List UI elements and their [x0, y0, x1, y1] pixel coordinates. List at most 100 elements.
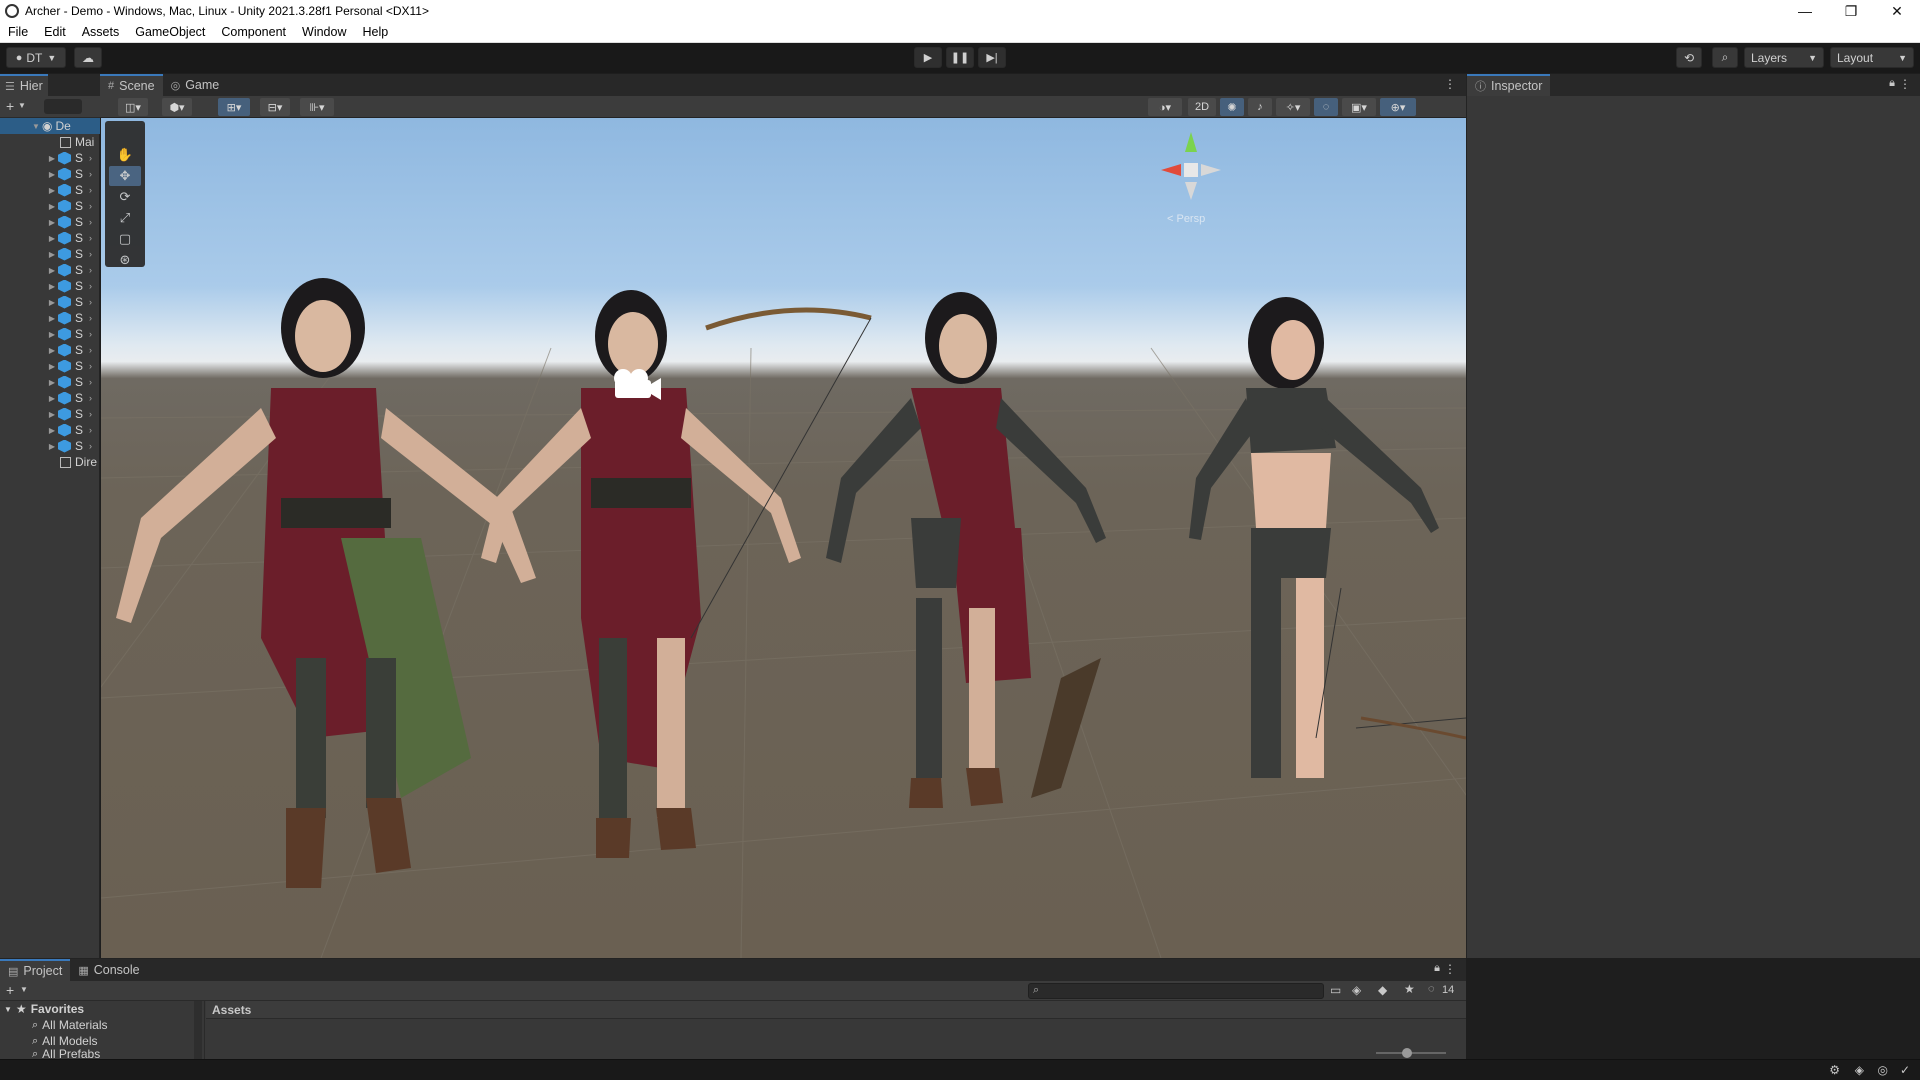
chevron-right-icon[interactable]: › [89, 297, 92, 307]
hierarchy-object-row[interactable]: ▶ S › [0, 422, 100, 438]
tab-project[interactable]: ▤ Project [0, 959, 71, 981]
perspective-label[interactable]: < Persp [1167, 213, 1205, 225]
chevron-right-icon[interactable]: › [89, 265, 92, 275]
layers-dropdown[interactable]: Layers ▼ [1744, 47, 1824, 68]
expand-arrow-icon[interactable]: ▼ [30, 122, 42, 131]
camera-settings-dropdown[interactable]: ▣▾ [1342, 98, 1376, 116]
chevron-right-icon[interactable]: › [89, 409, 92, 419]
expand-arrow-icon[interactable]: ▶ [46, 442, 58, 451]
expand-arrow-icon[interactable]: ▶ [46, 346, 58, 355]
render-mode-dropdown[interactable]: ⬢▾ [162, 98, 192, 116]
hand-tool[interactable]: ✋ [109, 145, 141, 165]
slider-thumb[interactable] [1402, 1048, 1412, 1058]
lock-icon[interactable]: 🔒︎ [1889, 77, 1895, 90]
expand-arrow-icon[interactable]: ▶ [46, 186, 58, 195]
lighting-toggle[interactable]: ✺ [1220, 98, 1244, 116]
undo-history-button[interactable]: ⟲ [1676, 47, 1702, 68]
chevron-right-icon[interactable]: › [89, 329, 92, 339]
chevron-right-icon[interactable]: › [89, 281, 92, 291]
hierarchy-camera-row[interactable]: Mai [0, 134, 100, 150]
chevron-right-icon[interactable]: › [89, 313, 92, 323]
grid-snap-dropdown[interactable]: ⊟▾ [260, 98, 290, 116]
layout-dropdown[interactable]: Layout ▼ [1830, 47, 1914, 68]
add-icon[interactable]: + [6, 982, 14, 998]
hierarchy-object-row[interactable]: ▶ S › [0, 198, 100, 214]
hierarchy-object-row[interactable]: ▶ S › [0, 278, 100, 294]
close-button[interactable]: ✕ [1874, 0, 1920, 22]
hierarchy-object-row[interactable]: ▶ S › [0, 326, 100, 342]
minimize-button[interactable]: — [1782, 0, 1828, 22]
favorites-header[interactable]: ▼ ★ Favorites [0, 1001, 204, 1017]
chevron-right-icon[interactable]: › [89, 153, 92, 163]
hierarchy-object-row[interactable]: ▶ S › [0, 166, 100, 182]
expand-arrow-icon[interactable]: ▶ [46, 394, 58, 403]
hierarchy-object-row[interactable]: ▶ S › [0, 150, 100, 166]
scale-tool[interactable]: ⤢ [109, 208, 141, 228]
hierarchy-light-row[interactable]: Dire [0, 454, 100, 470]
rect-tool[interactable]: ▢ [109, 229, 141, 249]
chevron-right-icon[interactable]: › [89, 201, 92, 211]
hierarchy-object-row[interactable]: ▶ S › [0, 214, 100, 230]
chevron-right-icon[interactable]: › [89, 345, 92, 355]
transform-tool[interactable]: ⊛ [109, 250, 141, 270]
hidden-objects-toggle[interactable]: ◌ [1314, 98, 1338, 116]
favorite-item[interactable]: ⌕ All Prefabs [0, 1049, 204, 1059]
hierarchy-object-row[interactable]: ▶ S › [0, 182, 100, 198]
hierarchy-object-row[interactable]: ▶ S › [0, 438, 100, 454]
progress-icon[interactable]: ◎ [1878, 1063, 1888, 1077]
character-archer-1[interactable] [116, 278, 536, 888]
hierarchy-object-row[interactable]: ▶ S › [0, 406, 100, 422]
chevron-right-icon[interactable]: › [89, 233, 92, 243]
expand-arrow-icon[interactable]: ▶ [46, 298, 58, 307]
add-icon[interactable]: + [6, 98, 14, 114]
expand-arrow-icon[interactable]: ▶ [46, 154, 58, 163]
pause-button[interactable]: ❚❚ [946, 47, 974, 68]
more-options-icon[interactable]: ⋮ [1444, 77, 1456, 91]
expand-arrow-icon[interactable]: ▶ [46, 282, 58, 291]
filter-type-icon[interactable]: ▭ [1330, 983, 1341, 997]
chevron-right-icon[interactable]: › [89, 185, 92, 195]
tab-scene[interactable]: # Scene [100, 74, 163, 96]
menu-assets[interactable]: Assets [74, 25, 128, 39]
chevron-right-icon[interactable]: › [89, 169, 92, 179]
hierarchy-object-row[interactable]: ▶ S › [0, 310, 100, 326]
move-tool[interactable]: ✥ [109, 166, 141, 186]
hierarchy-scene-row[interactable]: ▼ ◉ De [0, 118, 100, 134]
chevron-right-icon[interactable]: › [89, 425, 92, 435]
expand-arrow-icon[interactable]: ▶ [46, 362, 58, 371]
hierarchy-object-row[interactable]: ▶ S › [0, 358, 100, 374]
expand-arrow-icon[interactable]: ▶ [46, 234, 58, 243]
collab-icon[interactable]: ◈ [1855, 1063, 1864, 1077]
expand-arrow-icon[interactable]: ▶ [46, 378, 58, 387]
menu-help[interactable]: Help [354, 25, 396, 39]
chevron-right-icon[interactable]: › [89, 393, 92, 403]
expand-arrow-icon[interactable]: ▶ [46, 266, 58, 275]
draw-mode-dropdown[interactable]: ◫▾ [118, 98, 148, 116]
tag-icon[interactable]: ◆ [1378, 983, 1387, 997]
hierarchy-object-row[interactable]: ▶ S › [0, 374, 100, 390]
expand-arrow-icon[interactable]: ▶ [46, 202, 58, 211]
character-variant-3[interactable] [826, 292, 1106, 808]
hierarchy-object-row[interactable]: ▶ S › [0, 246, 100, 262]
hierarchy-object-row[interactable]: ▶ S › [0, 390, 100, 406]
tab-console[interactable]: ▦ Console [70, 959, 147, 981]
hidden-packages-icon[interactable]: ◌ [1428, 983, 1435, 995]
expand-arrow-icon[interactable]: ▶ [46, 426, 58, 435]
hierarchy-object-row[interactable]: ▶ S › [0, 230, 100, 246]
orientation-gizmo[interactable] [1153, 126, 1229, 206]
menu-gameobject[interactable]: GameObject [127, 25, 213, 39]
camera-gizmo-icon[interactable] [609, 366, 665, 402]
more-options-icon[interactable]: ⋮ [1444, 962, 1456, 976]
scene-viewport[interactable]: ✋ ✥ ⟳ ⤢ ▢ ⊛ < Persp [101, 118, 1466, 958]
tab-game[interactable]: ◎ Game [163, 74, 228, 96]
filter-label-icon[interactable]: ◈ [1352, 983, 1361, 997]
project-search-input[interactable]: ⌕ [1028, 983, 1324, 999]
character-archer-2[interactable] [481, 290, 872, 858]
chevron-right-icon[interactable]: › [89, 217, 92, 227]
menu-edit[interactable]: Edit [36, 25, 74, 39]
star-icon[interactable]: ★ [1404, 982, 1415, 996]
debug-icon[interactable]: ⚙ [1829, 1063, 1840, 1077]
audio-toggle[interactable]: ♪ [1248, 98, 1272, 116]
expand-arrow-icon[interactable]: ▶ [46, 218, 58, 227]
increment-snap-dropdown[interactable]: ⊪▾ [300, 98, 334, 116]
